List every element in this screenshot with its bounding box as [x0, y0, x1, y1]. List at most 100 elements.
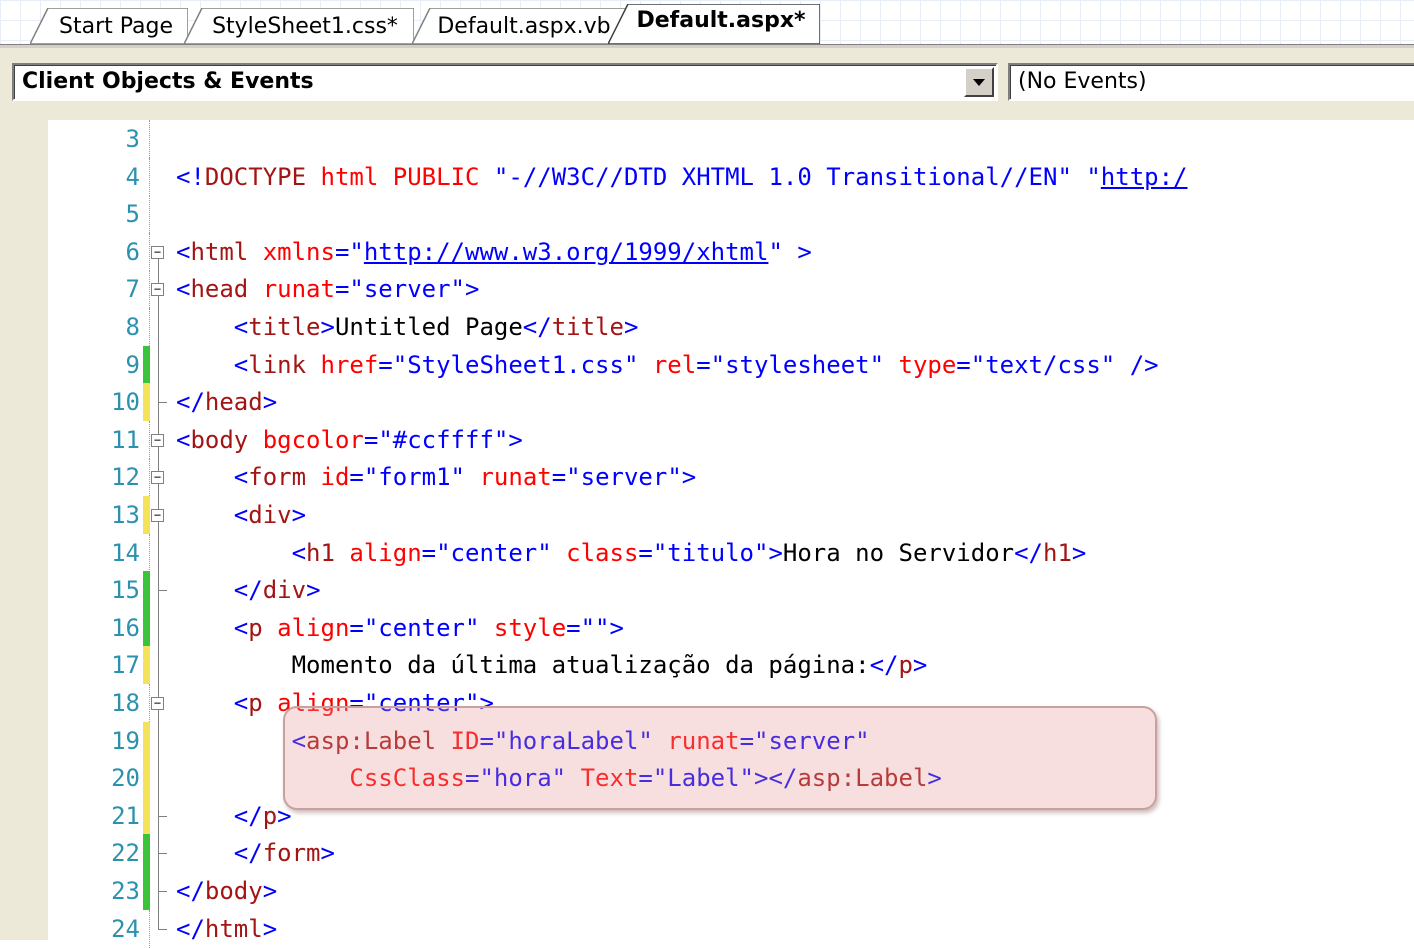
code-token: = — [421, 538, 437, 567]
code-token: "StyleSheet1.css" — [392, 350, 639, 379]
code-line[interactable]: 11− <body bgcolor="#ccffff"> — [0, 420, 1414, 459]
outline-end-tick — [158, 928, 167, 930]
outline-end-tick — [158, 402, 167, 404]
change-indicator — [143, 872, 150, 910]
highlight-callout — [283, 706, 1157, 810]
code-token: div — [262, 576, 307, 605]
outline-line — [158, 345, 159, 384]
code-token: style — [493, 613, 567, 642]
code-token: < — [233, 689, 249, 717]
code-line[interactable]: 24 </html> — [0, 909, 1414, 948]
code-line[interactable]: 13− <div> — [0, 496, 1414, 534]
code-line[interactable]: 16 <p align="center" style=""> — [0, 608, 1414, 647]
code-token: "#ccffff" — [378, 425, 509, 454]
code-line[interactable]: 10 </head> — [0, 383, 1414, 422]
code-token: > — [306, 576, 321, 605]
code-text: </body> — [176, 872, 277, 910]
tab-label: Default.aspx* — [636, 7, 806, 33]
code-line[interactable]: 12− <form id="form1" runat="server"> — [0, 458, 1414, 497]
objects-dropdown-value: Client Objects & Events — [22, 69, 314, 94]
line-number: 22 — [111, 839, 140, 868]
collapse-icon[interactable]: − — [151, 697, 164, 710]
code-token: html — [204, 914, 263, 943]
tab-default-aspx[interactable]: Default.aspx* — [608, 4, 820, 44]
code-token: "center" — [436, 538, 552, 567]
change-indicator — [143, 759, 150, 798]
code-line[interactable]: 9 <link href="StyleSheet1.css" rel="styl… — [0, 345, 1414, 384]
code-line[interactable]: 7− <head runat="server"> — [0, 270, 1414, 309]
tab-default-vb[interactable]: Default.aspx.vb — [412, 8, 626, 44]
tab-start-page[interactable]: Start Page — [30, 8, 188, 44]
code-editor[interactable]: 3 4 <!DOCTYPE html PUBLIC "-//W3C//DTD XHT… — [0, 120, 1414, 948]
dropdown-arrow-button[interactable] — [964, 67, 994, 97]
collapse-icon[interactable]: − — [151, 283, 164, 297]
change-indicator — [143, 796, 150, 835]
code-token: http://www.w3.org/1999/xhtml — [363, 237, 769, 266]
code-token: < — [233, 463, 249, 492]
code-line[interactable]: 17 Momento da última atualização da pági… — [0, 646, 1414, 685]
objects-dropdown[interactable]: Client Objects & Events — [12, 63, 998, 101]
code-line[interactable]: 6− <html xmlns="http://www.w3.org/1999/xh… — [0, 232, 1414, 290]
line-number: 3 — [125, 125, 140, 153]
code-text: <div> — [176, 496, 306, 534]
code-line[interactable]: 15 </div> — [0, 571, 1414, 610]
collapse-icon[interactable]: − — [151, 471, 164, 485]
code-token: body — [204, 877, 263, 905]
code-token: " — [1086, 162, 1101, 191]
code-text: Momento da última atualização da página:… — [176, 646, 928, 684]
outline-line — [158, 759, 159, 798]
code-token: </ — [176, 388, 205, 417]
collapse-icon[interactable]: − — [151, 509, 164, 522]
code-token: < — [176, 425, 191, 454]
code-token: title — [551, 313, 624, 341]
code-token: = — [551, 463, 567, 492]
chevron-down-icon — [973, 79, 985, 86]
change-indicator — [143, 834, 150, 873]
outline-end-tick — [158, 815, 167, 817]
code-token: = — [696, 350, 711, 379]
tab-stylesheet[interactable]: StyleSheet1.css* — [184, 8, 414, 44]
change-indicator — [143, 646, 150, 685]
collapse-icon[interactable]: − — [151, 433, 164, 447]
code-line[interactable]: 23 </body> — [0, 872, 1414, 910]
change-indicator — [143, 721, 150, 760]
code-line[interactable]: 22 </form> — [0, 834, 1414, 873]
code-text: <link href="StyleSheet1.css" rel="styles… — [176, 346, 1159, 384]
code-line[interactable]: 3 — [0, 120, 1414, 158]
code-token: id — [320, 463, 350, 492]
events-dropdown[interactable]: (No Events) — [1008, 63, 1414, 101]
code-text: <head runat="server"> — [176, 270, 479, 308]
code-line[interactable]: 8 <title>Untitled Page</title> — [0, 308, 1414, 346]
code-line[interactable]: 4 <!DOCTYPE html PUBLIC "-//W3C//DTD XHTM… — [0, 157, 1414, 196]
code-text: <!DOCTYPE html PUBLIC "-//W3C//DTD XHTML… — [176, 158, 1188, 196]
code-token: > — [1071, 538, 1087, 567]
code-token: </ — [233, 576, 263, 605]
line-number: 20 — [111, 764, 140, 793]
tab-label: Default.aspx.vb — [437, 13, 611, 39]
margin-divider — [149, 195, 151, 234]
code-text: </html> — [176, 910, 277, 948]
line-number: 8 — [125, 313, 140, 341]
code-token: class — [566, 538, 639, 567]
code-text: <form id="form1" runat="server"> — [176, 458, 696, 496]
line-number: 7 — [125, 275, 140, 304]
collapse-icon[interactable]: − — [151, 245, 164, 259]
code-token: </ — [522, 313, 552, 341]
outline-line — [158, 721, 159, 760]
code-line[interactable]: 5 — [0, 195, 1414, 234]
change-indicator — [143, 496, 150, 534]
code-token: body — [190, 425, 249, 454]
line-number: 16 — [111, 613, 140, 642]
outline-line — [158, 608, 159, 647]
code-token: rel — [652, 350, 697, 379]
code-line[interactable]: 14 <h1 align="center" class="titulo">Hor… — [0, 533, 1414, 572]
line-number: 5 — [125, 200, 140, 229]
